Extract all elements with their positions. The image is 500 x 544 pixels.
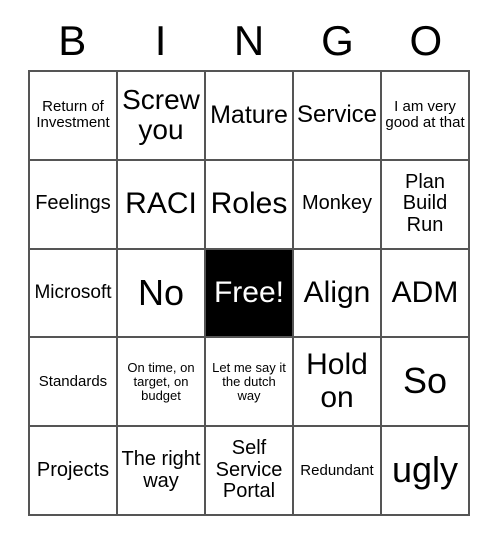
bingo-cell-r1-c3[interactable]: Mature (206, 72, 294, 161)
bingo-cell-r4-c1[interactable]: Standards (30, 338, 118, 428)
bingo-cell-r4-c3[interactable]: Let me say it the dutch way (206, 338, 294, 428)
bingo-cell-label: The right way (121, 448, 201, 492)
bingo-cell-r5-c2[interactable]: The right way (118, 427, 206, 516)
bingo-cell-label: Standards (38, 372, 108, 390)
bingo-card: B I N G O Return of Investment Screw you Matur… (0, 0, 500, 544)
bingo-cell-label: RACI (125, 187, 197, 220)
bingo-cell-r3-c2[interactable]: No (118, 249, 206, 339)
bingo-cell-r2-c5[interactable]: Plan Build Run (382, 160, 470, 250)
bingo-cell-r2-c1[interactable]: Feelings (30, 160, 118, 250)
bingo-cell-label: ADM (391, 275, 459, 309)
bingo-free-space-cell[interactable]: Free! (206, 249, 294, 339)
bingo-grid: Return of Investment Screw you Mature Servi… (28, 70, 470, 516)
bingo-cell-r1-c1[interactable]: Return of Investment (30, 72, 118, 161)
bingo-cell-r5-c1[interactable]: Projects (30, 427, 118, 516)
bingo-cell-label: Align (303, 275, 371, 309)
bingo-cell-r5-c5[interactable]: ugly (382, 427, 470, 516)
bingo-cell-label: Service (297, 101, 378, 129)
bingo-cell-label: Self Service Portal (215, 437, 283, 503)
bingo-header-letter-o: O (409, 17, 443, 64)
bingo-cell-label: Microsoft (34, 281, 112, 303)
bingo-cell-label: I am very good at that (385, 98, 465, 132)
bingo-cell-label: Feelings (35, 192, 111, 215)
bingo-cell-r1-c4[interactable]: Service (294, 72, 382, 161)
bingo-header-letter-g: G (321, 17, 354, 64)
bingo-cell-label: Let me say it the dutch way (212, 359, 286, 403)
bingo-cell-label: On time, on target, on budget (127, 359, 195, 403)
bingo-cell-r3-c4[interactable]: Align (294, 249, 382, 339)
bingo-cell-label: Free! (213, 275, 285, 309)
bingo-cell-r5-c4[interactable]: Redundant (294, 427, 382, 516)
bingo-cell-r4-c5[interactable]: So (382, 338, 470, 428)
bingo-cell-label: Plan Build Run (402, 170, 448, 236)
bingo-cell-r1-c2[interactable]: Screw you (118, 72, 206, 161)
bingo-cell-label: Mature (210, 100, 288, 129)
bingo-cell-r2-c3[interactable]: Roles (206, 160, 294, 250)
bingo-cell-label: ugly (391, 449, 459, 491)
bingo-cell-r2-c2[interactable]: RACI (118, 160, 206, 250)
bingo-cell-label: Roles (210, 187, 288, 220)
bingo-cell-r4-c2[interactable]: On time, on target, on budget (118, 338, 206, 428)
bingo-cell-label: Redundant (300, 461, 374, 479)
bingo-cell-r3-c1[interactable]: Microsoft (30, 249, 118, 339)
bingo-cell-label: Hold on (306, 348, 368, 414)
bingo-cell-r5-c3[interactable]: Self Service Portal (206, 427, 294, 516)
bingo-header-row: BINGO (28, 14, 470, 68)
bingo-cell-label: Screw you (122, 84, 200, 146)
bingo-cell-label: Monkey (301, 192, 373, 215)
bingo-cell-label: So (402, 360, 448, 402)
bingo-cell-r3-c5[interactable]: ADM (382, 249, 470, 339)
bingo-header-letter-n: N (233, 17, 265, 64)
bingo-header-letter-b: B (58, 17, 87, 64)
bingo-cell-label: No (137, 271, 185, 313)
bingo-cell-label: Return of Investment (36, 98, 110, 132)
bingo-cell-r4-c4[interactable]: Hold on (294, 338, 382, 428)
bingo-cell-r1-c5[interactable]: I am very good at that (382, 72, 470, 161)
bingo-header-letter-i: I (154, 17, 167, 64)
bingo-cell-label: Projects (36, 458, 110, 481)
bingo-cell-r2-c4[interactable]: Monkey (294, 160, 382, 250)
